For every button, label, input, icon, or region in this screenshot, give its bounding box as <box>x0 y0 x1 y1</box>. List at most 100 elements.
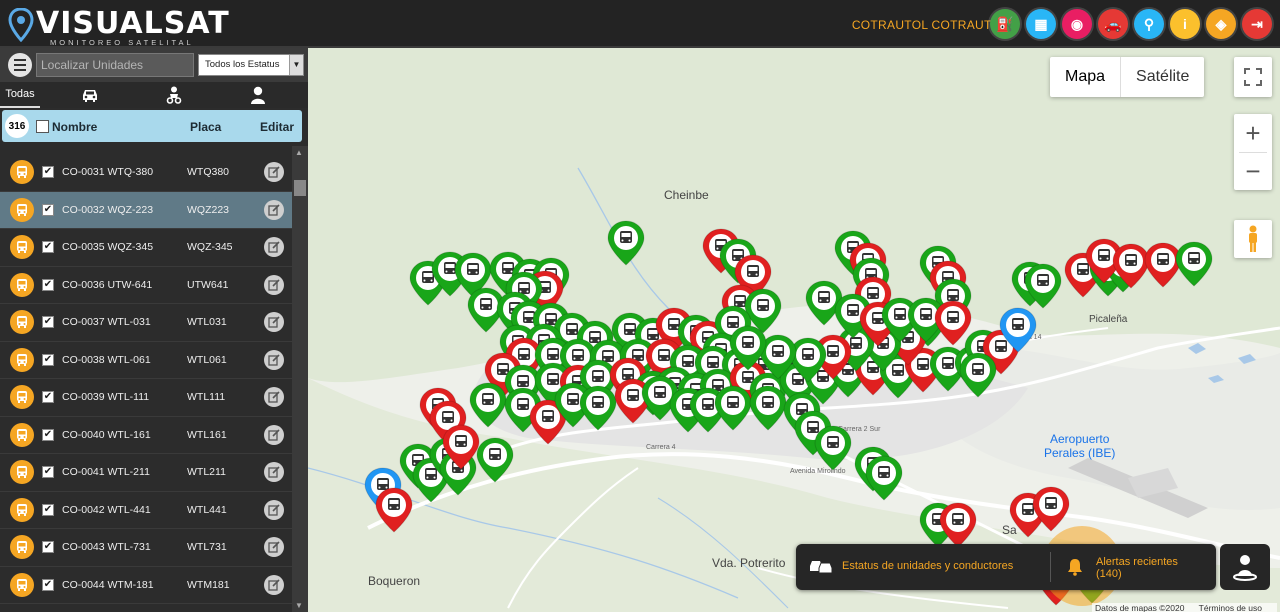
edit-icon[interactable] <box>264 537 284 558</box>
terms-link[interactable]: Términos de uso <box>1199 603 1262 612</box>
map-type-map[interactable]: Mapa <box>1050 57 1120 97</box>
edit-icon[interactable] <box>264 162 284 183</box>
fuel-icon[interactable]: ⛽ <box>990 9 1020 39</box>
bus-marker[interactable] <box>934 300 972 346</box>
list-item[interactable]: ✔ CO-0043 WTL-731 WTL731 <box>0 529 292 567</box>
unit-count-badge: 316 <box>5 114 29 138</box>
row-checkbox[interactable]: ✔ <box>42 503 54 516</box>
edit-icon[interactable] <box>264 274 284 295</box>
column-name[interactable]: Nombre <box>52 120 97 134</box>
bus-marker[interactable] <box>469 382 507 428</box>
list-item[interactable]: ✔ CO-0031 WTQ-380 WTQ380 <box>0 154 292 192</box>
fullscreen-button[interactable] <box>1234 57 1272 97</box>
list-item[interactable]: ✔ CO-0041 WTL-211 WTL211 <box>0 454 292 492</box>
zoom-out-button[interactable]: − <box>1234 153 1272 190</box>
bus-icon <box>10 422 34 447</box>
bus-marker[interactable] <box>1175 241 1213 287</box>
row-checkbox[interactable]: ✔ <box>42 578 54 591</box>
edit-icon[interactable] <box>264 499 284 520</box>
bus-icon <box>10 272 34 297</box>
row-checkbox[interactable]: ✔ <box>42 203 54 216</box>
select-all-checkbox[interactable] <box>36 120 49 133</box>
grid-icon[interactable]: ▦ <box>1026 9 1056 39</box>
alerts-count: (140) <box>1096 568 1122 580</box>
bus-marker[interactable] <box>814 425 852 471</box>
list-item[interactable]: ✔ CO-0035 WQZ-345 WQZ-345 <box>0 229 292 267</box>
list-item[interactable]: ✔ CO-0037 WTL-031 WTL031 <box>0 304 292 342</box>
unit-plate: WQZ-345 <box>187 241 233 254</box>
bus-marker[interactable] <box>1144 242 1182 288</box>
location-icon[interactable]: ⚲ <box>1134 9 1164 39</box>
list-header: 316 Nombre Placa Editar <box>2 110 302 142</box>
user-name[interactable]: COTRAUTOL COTRAUTOL <box>852 18 1008 32</box>
edit-icon[interactable] <box>264 387 284 408</box>
row-checkbox[interactable]: ✔ <box>42 466 54 479</box>
bus-marker[interactable] <box>714 385 752 431</box>
recent-alerts-button[interactable]: Alertas recientes (140) <box>1096 556 1178 580</box>
tab-motorcycles[interactable] <box>140 82 208 108</box>
brand-name: VISUALSAT <box>36 6 230 41</box>
row-checkbox[interactable]: ✔ <box>42 316 54 329</box>
edit-icon[interactable] <box>264 424 284 445</box>
row-checkbox[interactable]: ✔ <box>42 241 54 254</box>
list-item[interactable]: ✔ CO-0044 WTM-181 WTM181 <box>0 567 292 604</box>
unit-name: CO-0040 WTL-161 <box>62 428 151 441</box>
map-type-satellite[interactable]: Satélite <box>1121 57 1204 97</box>
bus-marker[interactable] <box>607 220 645 266</box>
list-item[interactable]: ✔ CO-0036 UTW-641 UTW641 <box>0 267 292 304</box>
tab-drivers[interactable] <box>208 82 308 108</box>
scroll-thumb[interactable] <box>294 180 306 196</box>
info-icon[interactable]: i <box>1170 9 1200 39</box>
row-checkbox[interactable]: ✔ <box>42 541 54 554</box>
bus-icon <box>10 497 34 522</box>
scroll-up-icon[interactable]: ▲ <box>295 148 303 157</box>
bus-icon <box>10 235 34 260</box>
status-filter-value: Todos los Estatus <box>205 59 280 70</box>
bus-marker[interactable] <box>476 437 514 483</box>
edit-icon[interactable] <box>264 312 284 333</box>
edit-icon[interactable] <box>264 349 284 370</box>
list-scrollbar[interactable]: ▲ ▼ <box>292 146 308 612</box>
list-item[interactable]: ✔ CO-0039 WTL-111 WTL111 <box>0 379 292 417</box>
column-plate[interactable]: Placa <box>190 120 221 134</box>
pegman-icon <box>1249 225 1257 252</box>
search-input[interactable] <box>36 53 194 77</box>
unit-plate: WTL031 <box>187 316 227 329</box>
car-alert-icon[interactable]: 🚗 <box>1098 9 1128 39</box>
street-view-button[interactable] <box>1234 220 1272 258</box>
bus-marker[interactable] <box>579 385 617 431</box>
bus-marker[interactable] <box>865 455 903 501</box>
list-item[interactable]: ✔ CO-0042 WTL-441 WTL441 <box>0 492 292 529</box>
tab-all[interactable]: Todas <box>0 82 40 108</box>
bus-icon <box>10 572 34 597</box>
edit-icon[interactable] <box>264 462 284 483</box>
chevron-down-icon: ▼ <box>289 55 303 75</box>
signal-icon[interactable]: ◉ <box>1062 9 1092 39</box>
row-checkbox[interactable]: ✔ <box>42 353 54 366</box>
list-item[interactable]: ✔ CO-0032 WQZ-223 WQZ223 <box>0 191 292 229</box>
row-checkbox[interactable]: ✔ <box>42 391 54 404</box>
status-filter-select[interactable]: Todos los Estatus ▼ <box>198 54 304 76</box>
edit-icon[interactable] <box>264 237 284 258</box>
row-checkbox[interactable]: ✔ <box>42 428 54 441</box>
bus-marker[interactable] <box>959 352 997 398</box>
edit-icon[interactable] <box>264 199 284 220</box>
driver-button[interactable] <box>1220 544 1270 590</box>
row-checkbox[interactable]: ✔ <box>42 278 54 291</box>
bus-marker[interactable] <box>749 385 787 431</box>
map-view[interactable]: Cheinbe Boqueron Vda. Potrerito Aeropuer… <box>308 48 1280 612</box>
zoom-in-button[interactable]: + <box>1234 115 1272 152</box>
bus-marker[interactable] <box>375 487 413 533</box>
units-status-button[interactable]: Estatus de unidades y conductores <box>842 560 1013 572</box>
tab-vehicles[interactable] <box>40 82 140 108</box>
edit-icon[interactable] <box>264 574 284 595</box>
list-item[interactable]: ✔ CO-0038 WTL-061 WTL061 <box>0 342 292 379</box>
row-checkbox[interactable]: ✔ <box>42 166 54 179</box>
tag-icon[interactable]: ◈ <box>1206 9 1236 39</box>
top-bar: VISUALSAT MONITOREO SATELITAL COTRAUTOL … <box>0 0 1280 48</box>
bus-marker[interactable] <box>939 502 977 548</box>
menu-icon[interactable] <box>8 53 32 77</box>
scroll-down-icon[interactable]: ▼ <box>295 601 303 610</box>
logout-icon[interactable]: ⇥ <box>1242 9 1272 39</box>
list-item[interactable]: ✔ CO-0040 WTL-161 WTL161 <box>0 417 292 454</box>
